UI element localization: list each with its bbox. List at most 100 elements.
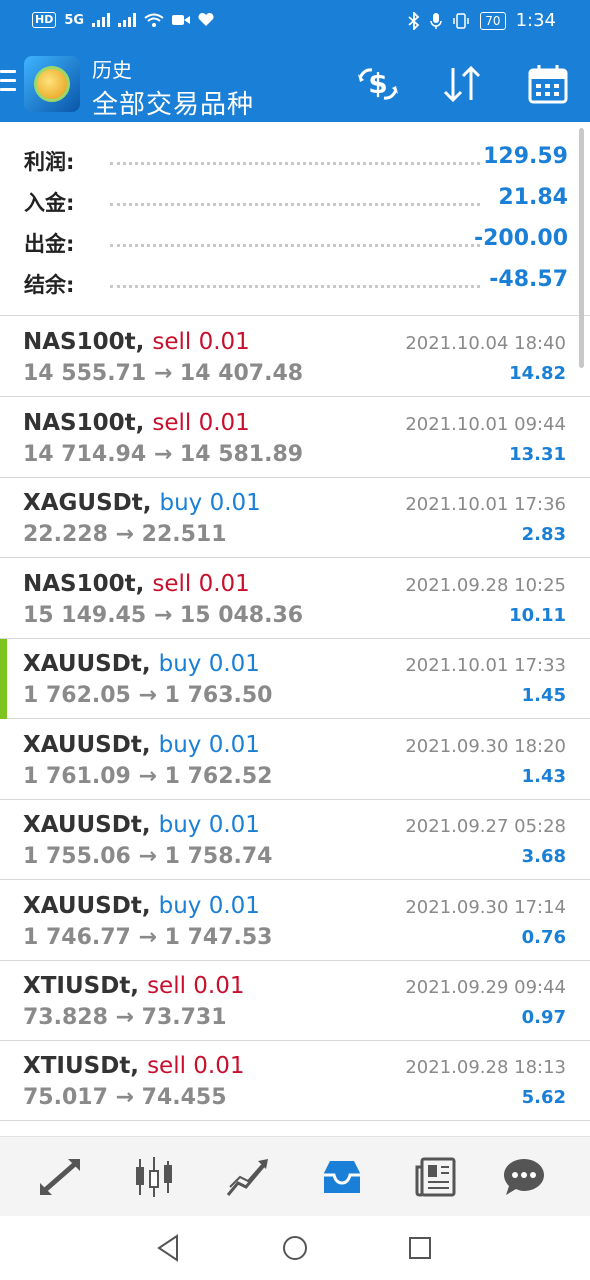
summary-value: -200.00 bbox=[473, 226, 568, 251]
calendar-icon[interactable] bbox=[524, 60, 572, 108]
trade-type: buy 0.01 bbox=[158, 812, 260, 838]
trade-time: 2021.10.04 18:40 bbox=[405, 333, 566, 354]
trade-time: 2021.10.01 17:33 bbox=[405, 655, 566, 676]
summary-row-profit: 利润: 129.59 bbox=[0, 138, 590, 178]
trade-symbol: XAUUSDt, bbox=[23, 893, 151, 919]
summary-label: 利润: bbox=[24, 150, 75, 174]
trade-symbol: XAGUSDt, bbox=[23, 490, 152, 516]
trade-prices: 15 149.45 → 15 048.36 bbox=[23, 603, 304, 628]
trade-symbol: NAS100t, bbox=[23, 571, 145, 597]
trade-symbol: XTIUSDt, bbox=[23, 973, 140, 999]
trade-time: 2021.10.01 17:36 bbox=[405, 494, 566, 515]
hd-badge: HD bbox=[32, 12, 57, 28]
app-bar: 历史 全部交易品种 $ bbox=[0, 44, 590, 122]
trade-type: sell 0.01 bbox=[152, 410, 250, 436]
trade-profit: 2.83 bbox=[521, 524, 566, 545]
clock: 1:34 bbox=[515, 10, 556, 31]
summary-label: 出金: bbox=[24, 232, 75, 256]
trade-symbol: XTIUSDt, bbox=[23, 1053, 140, 1079]
trade-type: sell 0.01 bbox=[152, 329, 250, 355]
trade-prices: 14 714.94 → 14 581.89 bbox=[23, 442, 304, 467]
trade-type: buy 0.01 bbox=[158, 732, 260, 758]
trade-type: buy 0.01 bbox=[159, 490, 261, 516]
trade-row[interactable]: XAUUSDt, buy 0.01 1 746.77 → 1 747.53 20… bbox=[0, 881, 590, 961]
quotes-icon[interactable] bbox=[36, 1153, 84, 1201]
heart-icon bbox=[198, 13, 214, 26]
trade-row[interactable]: NAS100t, sell 0.01 14 714.94 → 14 581.89… bbox=[0, 398, 590, 478]
trade-symbol: NAS100t, bbox=[23, 329, 145, 355]
trade-profit: 1.45 bbox=[521, 685, 566, 706]
trade-time: 2021.09.28 18:13 bbox=[405, 1057, 566, 1078]
summary-value: 129.59 bbox=[483, 144, 568, 169]
trade-time: 2021.09.27 05:28 bbox=[405, 816, 566, 837]
trade-profit: 14.82 bbox=[509, 363, 566, 384]
recents-icon[interactable] bbox=[402, 1230, 438, 1266]
trade-time: 2021.09.30 17:14 bbox=[405, 897, 566, 918]
summary-value: 21.84 bbox=[498, 185, 568, 210]
trade-profit: 5.62 bbox=[521, 1087, 566, 1108]
trade-type: sell 0.01 bbox=[152, 571, 250, 597]
trade-row[interactable]: XTIUSDt, sell 0.01 75.017 → 74.455 2021.… bbox=[0, 1041, 590, 1121]
bluetooth-icon bbox=[408, 11, 420, 30]
history-icon[interactable] bbox=[318, 1153, 366, 1201]
trade-row[interactable]: XAUUSDt, buy 0.01 1 761.09 → 1 762.52 20… bbox=[0, 720, 590, 800]
summary-value: -48.57 bbox=[489, 267, 568, 292]
wifi-icon bbox=[144, 13, 164, 27]
trade-prices: 1 755.06 → 1 758.74 bbox=[23, 844, 273, 869]
battery-icon: 70 bbox=[480, 11, 506, 30]
trade-profit: 1.43 bbox=[521, 766, 566, 787]
trade-row[interactable]: XAGUSDt, buy 0.01 22.228 → 22.511 2021.1… bbox=[0, 478, 590, 558]
trade-symbol: XAUUSDt, bbox=[23, 732, 151, 758]
chart-icon[interactable] bbox=[130, 1153, 178, 1201]
trade-profit: 10.11 bbox=[509, 605, 566, 626]
trade-profit: 13.31 bbox=[509, 444, 566, 465]
signal-icon bbox=[118, 13, 137, 27]
account-summary: 利润: 129.59 入金: 21.84 出金: -200.00 结余: -48… bbox=[0, 122, 590, 316]
trade-time: 2021.09.28 10:25 bbox=[405, 575, 566, 596]
trade-symbol: XAUUSDt, bbox=[23, 812, 151, 838]
bottom-tab-bar bbox=[0, 1136, 590, 1216]
page-title[interactable]: 全部交易品种 bbox=[92, 84, 254, 121]
trade-prices: 75.017 → 74.455 bbox=[23, 1085, 227, 1110]
trade-row-selected[interactable]: XAUUSDt, buy 0.01 1 762.05 → 1 763.50 20… bbox=[0, 639, 590, 719]
trade-profit: 0.76 bbox=[521, 927, 566, 948]
trade-row[interactable]: XTIUSDt, sell 0.01 73.828 → 73.731 2021.… bbox=[0, 961, 590, 1041]
5g-badge: 5G bbox=[64, 12, 85, 28]
trade-profit: 0.97 bbox=[521, 1007, 566, 1028]
signal-icon bbox=[92, 13, 111, 27]
trade-row[interactable]: XAUUSDt, buy 0.01 1 755.06 → 1 758.74 20… bbox=[0, 800, 590, 880]
trade-prices: 22.228 → 22.511 bbox=[23, 522, 227, 547]
trade-row[interactable]: NAS100t, sell 0.01 15 149.45 → 15 048.36… bbox=[0, 559, 590, 639]
mic-icon bbox=[430, 12, 443, 29]
trade-icon[interactable] bbox=[224, 1153, 272, 1201]
home-icon[interactable] bbox=[277, 1230, 313, 1266]
trade-prices: 73.828 → 73.731 bbox=[23, 1005, 227, 1030]
trade-type: buy 0.01 bbox=[158, 651, 260, 677]
trade-time: 2021.09.30 18:20 bbox=[405, 736, 566, 757]
trade-symbol: NAS100t, bbox=[23, 410, 145, 436]
summary-label: 入金: bbox=[24, 191, 75, 215]
trade-time: 2021.10.01 09:44 bbox=[405, 414, 566, 435]
sort-icon[interactable] bbox=[438, 60, 486, 108]
currency-exchange-icon[interactable]: $ bbox=[354, 60, 402, 108]
system-nav-bar bbox=[0, 1216, 590, 1280]
trade-type: sell 0.01 bbox=[147, 973, 245, 999]
scrollbar[interactable] bbox=[579, 128, 584, 368]
trade-type: buy 0.01 bbox=[158, 893, 260, 919]
svg-text:$: $ bbox=[368, 67, 387, 100]
trade-profit: 3.68 bbox=[521, 846, 566, 867]
vibrate-icon bbox=[453, 12, 470, 29]
back-icon[interactable] bbox=[150, 1230, 186, 1266]
status-bar: HD 5G 70 1:34 bbox=[0, 0, 590, 44]
trade-row[interactable]: NAS100t, sell 0.01 14 555.71 → 14 407.48… bbox=[0, 317, 590, 397]
trade-prices: 1 761.09 → 1 762.52 bbox=[23, 764, 273, 789]
trade-prices: 1 746.77 → 1 747.53 bbox=[23, 925, 273, 950]
chat-icon[interactable] bbox=[500, 1153, 548, 1201]
news-icon[interactable] bbox=[412, 1153, 460, 1201]
trade-prices: 14 555.71 → 14 407.48 bbox=[23, 361, 304, 386]
summary-label: 结余: bbox=[24, 273, 75, 297]
app-logo[interactable] bbox=[24, 56, 80, 112]
summary-row-withdrawal: 出金: -200.00 bbox=[0, 220, 590, 260]
menu-icon[interactable] bbox=[0, 70, 18, 94]
trade-time: 2021.09.29 09:44 bbox=[405, 977, 566, 998]
